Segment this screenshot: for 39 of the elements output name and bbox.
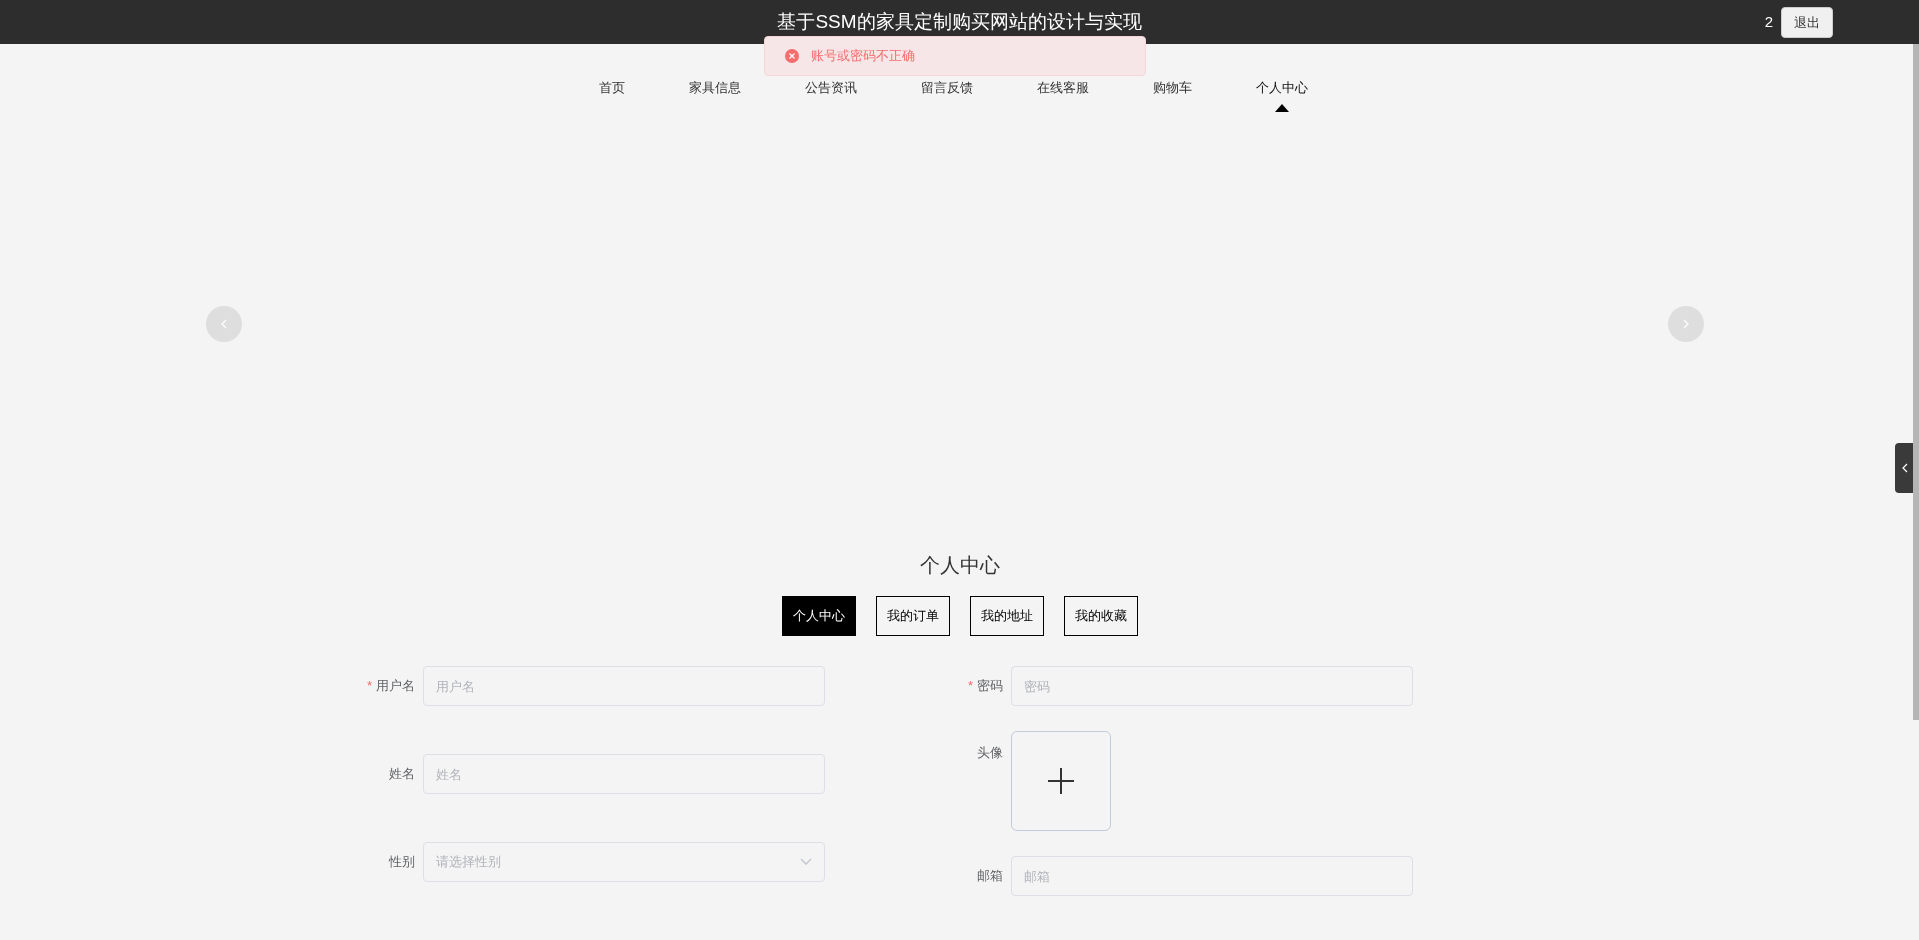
toast-message: 账号或密码不正确: [811, 47, 915, 66]
nav-link[interactable]: 个人中心: [1224, 78, 1340, 112]
section-title: 个人中心: [919, 553, 1000, 578]
active-indicator-icon: [1275, 103, 1289, 112]
nav-link[interactable]: 家具信息: [657, 78, 773, 112]
chevron-left-icon: [221, 319, 227, 329]
input-field[interactable]: 姓名: [423, 754, 825, 794]
field-label: 性别: [389, 853, 415, 872]
required-mark: *: [967, 677, 973, 696]
field-label: 用户名: [376, 677, 415, 696]
plus-icon: [1047, 767, 1075, 795]
next-slide-button[interactable]: [1668, 306, 1704, 342]
chevron-left-icon: [1902, 463, 1908, 473]
input-field[interactable]: 用户名: [423, 666, 825, 706]
tab[interactable]: 我的订单: [875, 596, 950, 636]
nav-link[interactable]: 在线客服: [1005, 78, 1121, 112]
field-label: 头像: [977, 744, 1003, 762]
chevron-right-icon: [1683, 319, 1689, 329]
previous-slide-button[interactable]: [206, 306, 242, 342]
required-mark: *: [366, 677, 372, 696]
nav-link[interactable]: 首页: [567, 78, 657, 112]
field-label: 邮箱: [977, 867, 1003, 886]
field-label: 密码: [977, 677, 1003, 696]
logout-button[interactable]: 退出: [1781, 7, 1833, 38]
tab[interactable]: 我的地址: [969, 596, 1044, 636]
error-icon: [785, 49, 799, 63]
nav-link[interactable]: 留言反馈: [889, 78, 1005, 112]
username: 2: [1764, 12, 1773, 33]
upload-box[interactable]: [1011, 731, 1111, 831]
input-field[interactable]: 邮箱: [1011, 856, 1413, 896]
nav-link[interactable]: 购物车: [1121, 78, 1224, 112]
site-title: 基于SSM的家具定制购买网站的设计与实现: [777, 9, 1142, 34]
tab[interactable]: 我的收藏: [1063, 596, 1138, 636]
field-label: 姓名: [389, 765, 415, 784]
input-field[interactable]: 密码: [1011, 666, 1413, 706]
chevron-down-icon: [800, 858, 812, 866]
tab[interactable]: 个人中心: [781, 596, 856, 636]
side-drawer-tab[interactable]: [1895, 443, 1915, 493]
nav-link[interactable]: 公告资讯: [773, 78, 889, 112]
